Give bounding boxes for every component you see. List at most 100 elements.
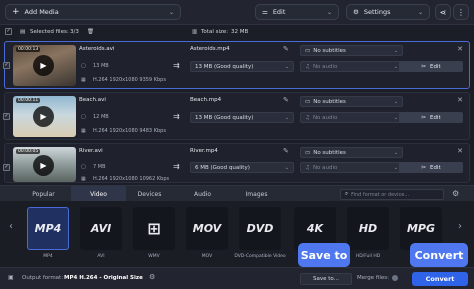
duration-badge: 00:00:13 — [16, 47, 41, 52]
save-to-button[interactable]: Save to... — [300, 273, 352, 285]
total-size-label: Total size: — [201, 29, 229, 35]
output-format-icon: ▣ — [8, 274, 14, 281]
quality-select[interactable]: 6 MB (Good quality) ⌄ — [190, 162, 294, 173]
file-icon: ▤ — [20, 29, 26, 35]
source-file-info: H.264 1920x1080 10962 Kbps — [93, 176, 170, 182]
format-logo: MP4 — [34, 222, 62, 235]
file-size-icon: ▢ — [81, 114, 86, 120]
duration-badge: 00:00:05 — [16, 149, 41, 154]
file-row[interactable]: ✓ 00:00:11 ▶ Beach.avi ▢ 12 MB ▦ H.264 1… — [3, 92, 470, 140]
source-file-size: 7 MB — [93, 164, 106, 170]
format-label: AVI — [97, 254, 105, 259]
more-button[interactable]: ⋮ — [453, 4, 469, 20]
duration-badge: 00:00:11 — [16, 98, 41, 103]
settings-gear-icon[interactable]: ⚙ — [452, 189, 459, 198]
source-file-info: H.264 1920x1080 9359 Kbps — [93, 77, 166, 83]
search-icon: ⌕ — [345, 191, 349, 197]
chevron-down-icon: ⌄ — [393, 47, 398, 54]
output-file-name: River.mp4 — [190, 148, 218, 154]
close-icon[interactable]: ✕ — [457, 147, 463, 155]
edit-button[interactable]: ✂ Edit — [399, 162, 463, 173]
edit-menu-label: Edit — [272, 8, 286, 16]
tab-audio[interactable]: Audio — [175, 186, 230, 202]
edit-button[interactable]: ✂ Edit — [399, 112, 463, 123]
gear-icon[interactable]: ⚙ — [149, 273, 155, 281]
file-row[interactable]: ✓ 00:00:05 ▶ River.avi ▢ 7 MB ▦ H.264 19… — [3, 143, 470, 183]
tab-video[interactable]: Video — [71, 186, 126, 202]
play-icon[interactable]: ▶ — [33, 55, 54, 76]
save-to-callout: Save to — [298, 243, 350, 267]
quality-value: 13 MB (Good quality) — [195, 114, 254, 121]
video-thumbnail[interactable]: 00:00:13 ▶ — [13, 45, 76, 86]
audio-icon: ♫ — [305, 164, 310, 171]
chevron-down-icon: ⌄ — [393, 164, 398, 171]
settings-menu-button[interactable]: ⚙ Settings ⌄ — [346, 4, 430, 20]
convert-arrow-icon: ⇉ — [173, 162, 180, 171]
format-search-placeholder: Find format or device... — [351, 191, 410, 198]
edit-label: Edit — [429, 63, 441, 70]
chevron-right-icon[interactable]: › — [458, 221, 462, 232]
convert-button[interactable]: Convert — [412, 272, 468, 286]
play-icon[interactable]: ▶ — [33, 155, 54, 176]
format-avi-tile[interactable]: AVI — [80, 207, 122, 250]
rename-pencil-icon[interactable]: ✎ — [283, 45, 289, 53]
subtitles-select[interactable]: ▭ No subtitles ⌄ — [300, 45, 403, 56]
source-file-size: 13 MB — [93, 63, 109, 69]
edit-button[interactable]: ✂ Edit — [399, 61, 463, 72]
output-format-label: Output format: — [22, 275, 64, 281]
format-label: MP4 — [43, 254, 53, 259]
play-icon[interactable]: ▶ — [33, 106, 54, 127]
video-thumbnail[interactable]: 00:00:05 ▶ — [13, 147, 76, 182]
add-media-label: Add Media — [24, 8, 59, 16]
subtitles-icon: ▭ — [305, 149, 311, 156]
rename-pencil-icon[interactable]: ✎ — [283, 147, 289, 155]
subtitles-select[interactable]: ▭ No subtitles ⌄ — [300, 147, 403, 158]
format-label: MOV — [201, 254, 213, 259]
merge-files-toggle[interactable] — [392, 275, 398, 281]
format-logo: MOV — [192, 222, 222, 235]
codec-icon: ▦ — [81, 128, 86, 134]
edit-menu-button[interactable]: ⚌ Edit ⌄ — [255, 4, 339, 20]
audio-select[interactable]: ♫ No audio ⌄ — [300, 61, 403, 72]
audio-select[interactable]: ♫ No audio ⌄ — [300, 112, 403, 123]
chevron-down-icon: ⌄ — [393, 98, 398, 105]
format-tiles: ‹ MP4 MP4 AVI AVI ⊞ WMV MOV MOV DVD DVD-… — [0, 201, 474, 267]
video-thumbnail[interactable]: 00:00:11 ▶ — [13, 96, 76, 137]
format-mp4-tile[interactable]: MP4 — [27, 207, 69, 250]
file-row[interactable]: ✓ 00:00:13 ▶ Asteroids.avi ▢ 13 MB ▦ H.2… — [3, 41, 470, 89]
quality-select[interactable]: 13 MB (Good quality) ⌄ — [190, 112, 294, 123]
windows-logo-icon: ⊞ — [147, 219, 161, 238]
format-wmv-tile[interactable]: ⊞ — [133, 207, 175, 250]
quality-select[interactable]: 13 MB (Good quality) ⌄ — [190, 61, 294, 72]
rename-pencil-icon[interactable]: ✎ — [283, 96, 289, 104]
file-checkbox[interactable]: ✓ — [3, 113, 10, 120]
trash-icon[interactable]: 🗑 — [87, 29, 94, 35]
format-hd-tile[interactable]: HD — [347, 207, 389, 250]
format-dvd-tile[interactable]: DVD — [239, 207, 281, 250]
chevron-left-icon[interactable]: ‹ — [9, 221, 13, 232]
selected-files-label: Selected files: — [30, 29, 69, 35]
codec-icon: ▦ — [81, 176, 86, 182]
format-search-input[interactable]: ⌕ Find format or device... — [340, 189, 444, 200]
format-logo: MPG — [406, 222, 436, 235]
format-label: HD/Full HD — [355, 254, 381, 259]
subtitles-select[interactable]: ▭ No subtitles ⌄ — [300, 96, 403, 107]
chevron-down-icon: ⌄ — [326, 8, 332, 16]
bottom-bar: ▣ Output format: MP4 H.264 - Original Si… — [0, 267, 474, 289]
format-mov-tile[interactable]: MOV — [186, 207, 228, 250]
chevron-down-icon: ⌄ — [168, 8, 174, 16]
close-icon[interactable]: ✕ — [457, 96, 463, 104]
chevron-down-icon: ⌄ — [284, 114, 289, 121]
file-checkbox[interactable]: ✓ — [3, 164, 10, 171]
share-button[interactable]: ⋖ — [435, 4, 451, 20]
audio-select[interactable]: ♫ No audio ⌄ — [300, 162, 403, 173]
chevron-down-icon: ⌄ — [393, 149, 398, 156]
scissors-icon: ✂ — [421, 114, 426, 121]
file-checkbox[interactable]: ✓ — [3, 62, 10, 69]
add-media-button[interactable]: + Add Media ⌄ — [5, 4, 181, 20]
close-icon[interactable]: ✕ — [457, 45, 463, 53]
tab-images[interactable]: Images — [229, 186, 284, 202]
tab-popular[interactable]: Popular — [16, 186, 71, 202]
select-all-checkbox[interactable]: ✓ — [5, 28, 12, 35]
tab-devices[interactable]: Devices — [122, 186, 177, 202]
